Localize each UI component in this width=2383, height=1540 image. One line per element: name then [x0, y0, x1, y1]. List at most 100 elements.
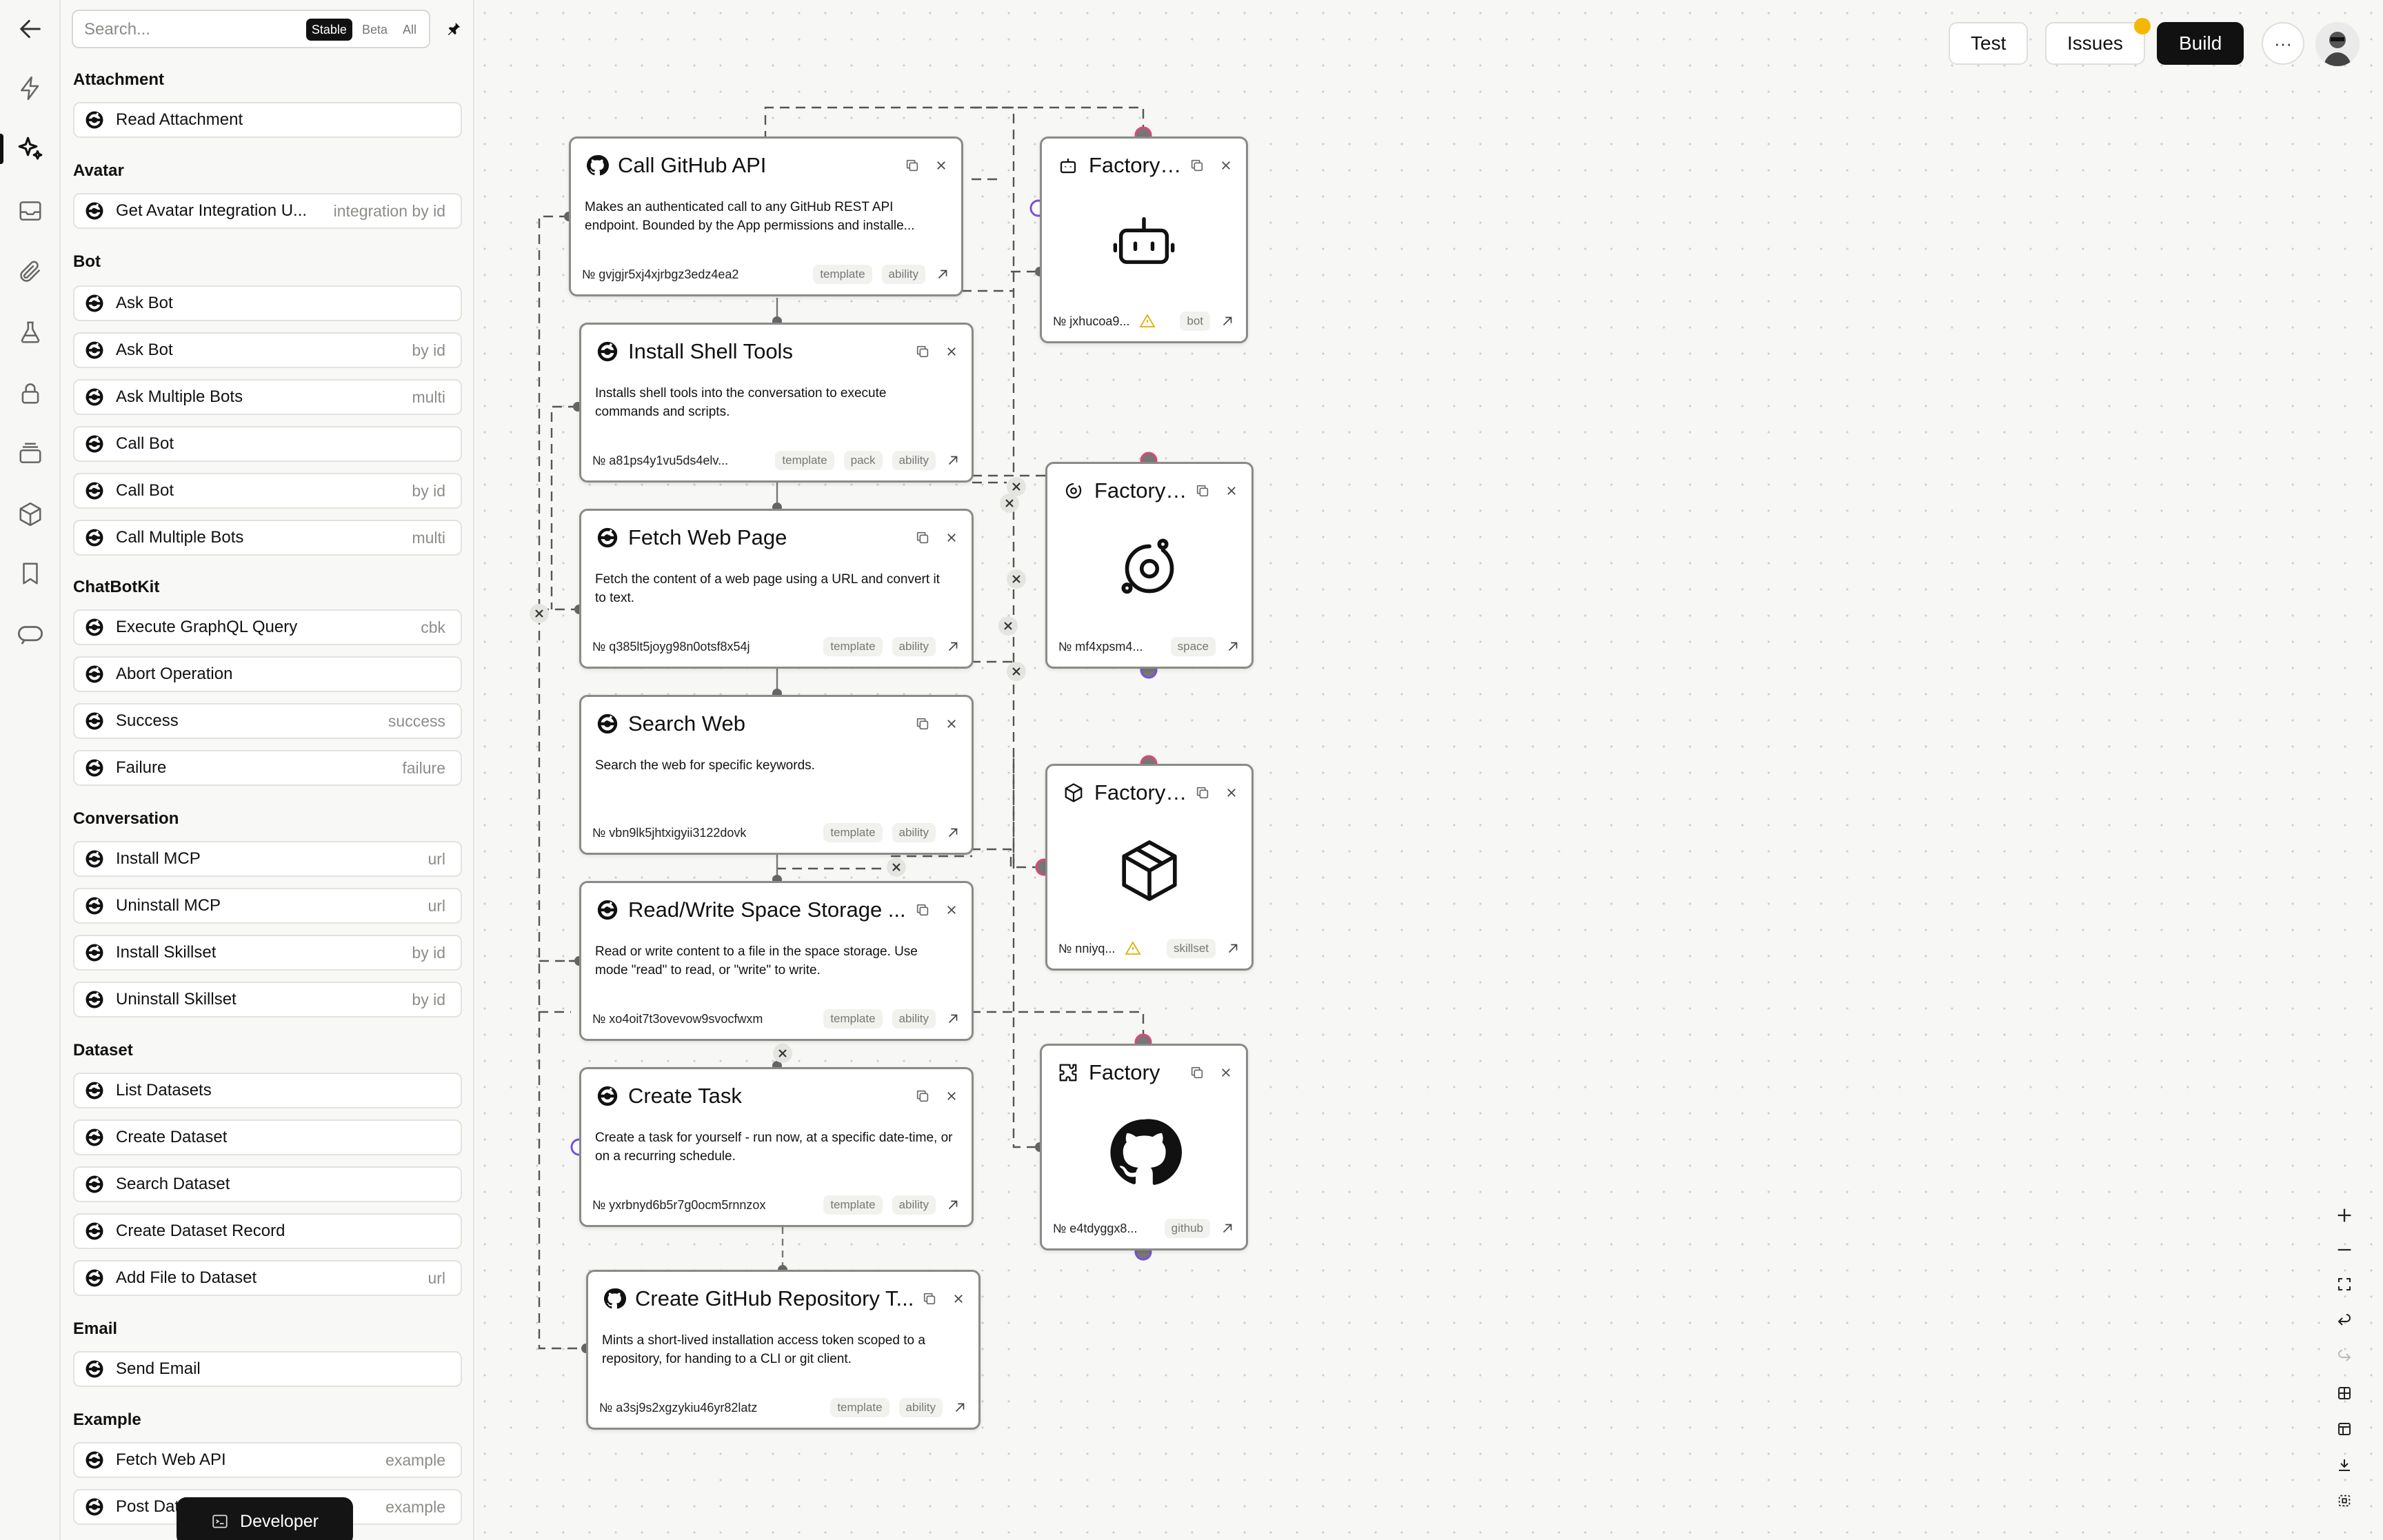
close-icon[interactable] [945, 531, 958, 544]
close-icon[interactable] [952, 1293, 965, 1305]
columns-icon[interactable] [2325, 1413, 2364, 1445]
open-external-icon[interactable] [1225, 941, 1240, 956]
node-fetch-web-page[interactable]: Fetch Web Page Fetch the content of a we… [579, 509, 974, 669]
open-external-icon[interactable] [1220, 1221, 1235, 1236]
pill-template: template [823, 1009, 883, 1029]
node-footer: № mf4xpsm4... space [1058, 636, 1240, 657]
node-footer: № vbn9lk5jhtxigyii3122dovk template abil… [592, 822, 961, 843]
node-install-shell-tools[interactable]: Install Shell Tools Installs shell tools… [579, 323, 974, 483]
node-actions [1188, 483, 1238, 498]
node-description: Makes an authenticated call to any GitHu… [585, 200, 915, 233]
warning-icon [1125, 941, 1141, 955]
copy-icon[interactable] [915, 716, 930, 731]
zoom-out-icon[interactable] [2325, 1234, 2364, 1266]
close-icon[interactable] [945, 718, 958, 730]
node-title: Install Shell Tools [628, 339, 793, 363]
more-options-button[interactable]: ··· [2262, 22, 2304, 65]
node-call-github-api[interactable]: Call GitHub API Makes an authenticated c… [569, 136, 963, 296]
undo-icon[interactable] [2325, 1306, 2364, 1337]
open-external-icon[interactable] [945, 639, 961, 654]
node-description: Mints a short-lived installation access … [602, 1333, 925, 1366]
github-icon [602, 1286, 627, 1311]
node-header: Create Task [595, 1080, 958, 1112]
close-icon[interactable] [945, 904, 958, 916]
redo-icon[interactable] [2325, 1341, 2364, 1373]
bot-small-icon [1056, 153, 1080, 178]
open-external-icon[interactable] [952, 1400, 967, 1415]
pill-type: skillset [1166, 939, 1216, 958]
avatar[interactable] [2315, 22, 2360, 66]
node-description: Create a task for yourself - run now, at… [595, 1131, 953, 1164]
copy-icon[interactable] [915, 1088, 930, 1104]
copy-icon[interactable] [915, 902, 930, 918]
node-id: № jxhucoa9... [1053, 314, 1130, 328]
close-icon[interactable] [945, 1090, 958, 1102]
copy-icon[interactable] [922, 1291, 937, 1306]
close-icon[interactable] [935, 159, 947, 172]
box-icon [1047, 835, 1251, 906]
copy-icon[interactable] [915, 530, 930, 545]
copy-icon[interactable] [1189, 158, 1205, 173]
node-title: Factory ... [1094, 780, 1188, 804]
chatbotkit-icon [595, 525, 620, 550]
node-title: Search Web [628, 711, 746, 736]
copy-icon[interactable] [1195, 483, 1210, 498]
open-external-icon[interactable] [945, 1011, 961, 1026]
node-create-github-repository-token[interactable]: Create GitHub Repository T... Mints a sh… [586, 1270, 981, 1430]
minimap-icon[interactable] [2325, 1485, 2364, 1517]
pill-type: space [1170, 637, 1216, 656]
node-id: № mf4xpsm4... [1058, 639, 1143, 654]
node-title: Call GitHub API [618, 153, 767, 177]
grid-icon[interactable] [2325, 1377, 2364, 1409]
copy-icon[interactable] [1189, 1065, 1205, 1080]
open-external-icon[interactable] [1220, 314, 1235, 329]
pill-ability: ability [892, 637, 936, 656]
pill-template: template [775, 451, 834, 470]
open-external-icon[interactable] [945, 825, 961, 840]
copy-icon[interactable] [915, 344, 930, 359]
node-search-web[interactable]: Search Web Search the web for specific k… [579, 695, 974, 855]
open-external-icon[interactable] [1225, 639, 1240, 654]
space-small-icon [1061, 478, 1086, 503]
node-footer: № yxrbnyd6b5r7g0ocm5rnnzox template abil… [592, 1195, 961, 1215]
node-actions [1183, 1065, 1232, 1080]
zoom-in-icon[interactable] [2325, 1199, 2364, 1231]
close-icon[interactable] [1220, 159, 1232, 172]
node-actions [908, 344, 958, 359]
node-description: Read or write content to a file in the s… [595, 944, 918, 977]
node-read-write-space-storage[interactable]: Read/Write Space Storage ... Read or wri… [579, 881, 974, 1041]
edge-delete-icon [530, 604, 549, 623]
open-external-icon[interactable] [945, 1197, 961, 1213]
node-id: № xo4oit7t3ovevow9svocfwxm [592, 1011, 763, 1026]
copy-icon[interactable] [1195, 785, 1210, 800]
node-factory-github[interactable]: Factory № e4tdyggx8... github [1040, 1044, 1248, 1250]
node-id: № nniyq... [1058, 941, 1116, 955]
close-icon[interactable] [1220, 1066, 1232, 1079]
edge-delete-icon [1007, 662, 1026, 681]
node-footer: № e4tdyggx8... github [1053, 1218, 1235, 1239]
node-header: Factory ... [1061, 777, 1238, 809]
node-factory-space[interactable]: Factory ... № mf4xpsm4... space [1045, 462, 1254, 669]
open-external-icon[interactable] [935, 267, 950, 282]
node-actions [908, 530, 958, 545]
node-actions [908, 716, 958, 731]
close-icon[interactable] [945, 345, 958, 358]
chatbotkit-icon [595, 1084, 620, 1108]
fit-view-icon[interactable] [2325, 1268, 2364, 1300]
node-title: Fetch Web Page [628, 525, 787, 549]
issues-button[interactable]: Issues [2045, 18, 2151, 65]
build-button[interactable]: Build [2157, 22, 2244, 65]
node-factory-skillset[interactable]: Factory ... № nniyq... skillset [1045, 764, 1254, 971]
node-create-task[interactable]: Create Task Create a task for yourself -… [579, 1067, 974, 1227]
pill-template: template [823, 1195, 883, 1215]
chatbotkit-icon [595, 339, 620, 364]
pill-pack: pack [843, 451, 883, 470]
node-title: Factory ... [1094, 478, 1188, 503]
node-factory-bot[interactable]: Factory ... № jxhucoa9... bot [1040, 136, 1248, 343]
close-icon[interactable] [1225, 485, 1238, 497]
close-icon[interactable] [1225, 787, 1238, 799]
copy-icon[interactable] [905, 158, 920, 173]
test-button[interactable]: Test [1949, 22, 2029, 65]
download-icon[interactable] [2325, 1449, 2364, 1481]
open-external-icon[interactable] [945, 453, 961, 468]
